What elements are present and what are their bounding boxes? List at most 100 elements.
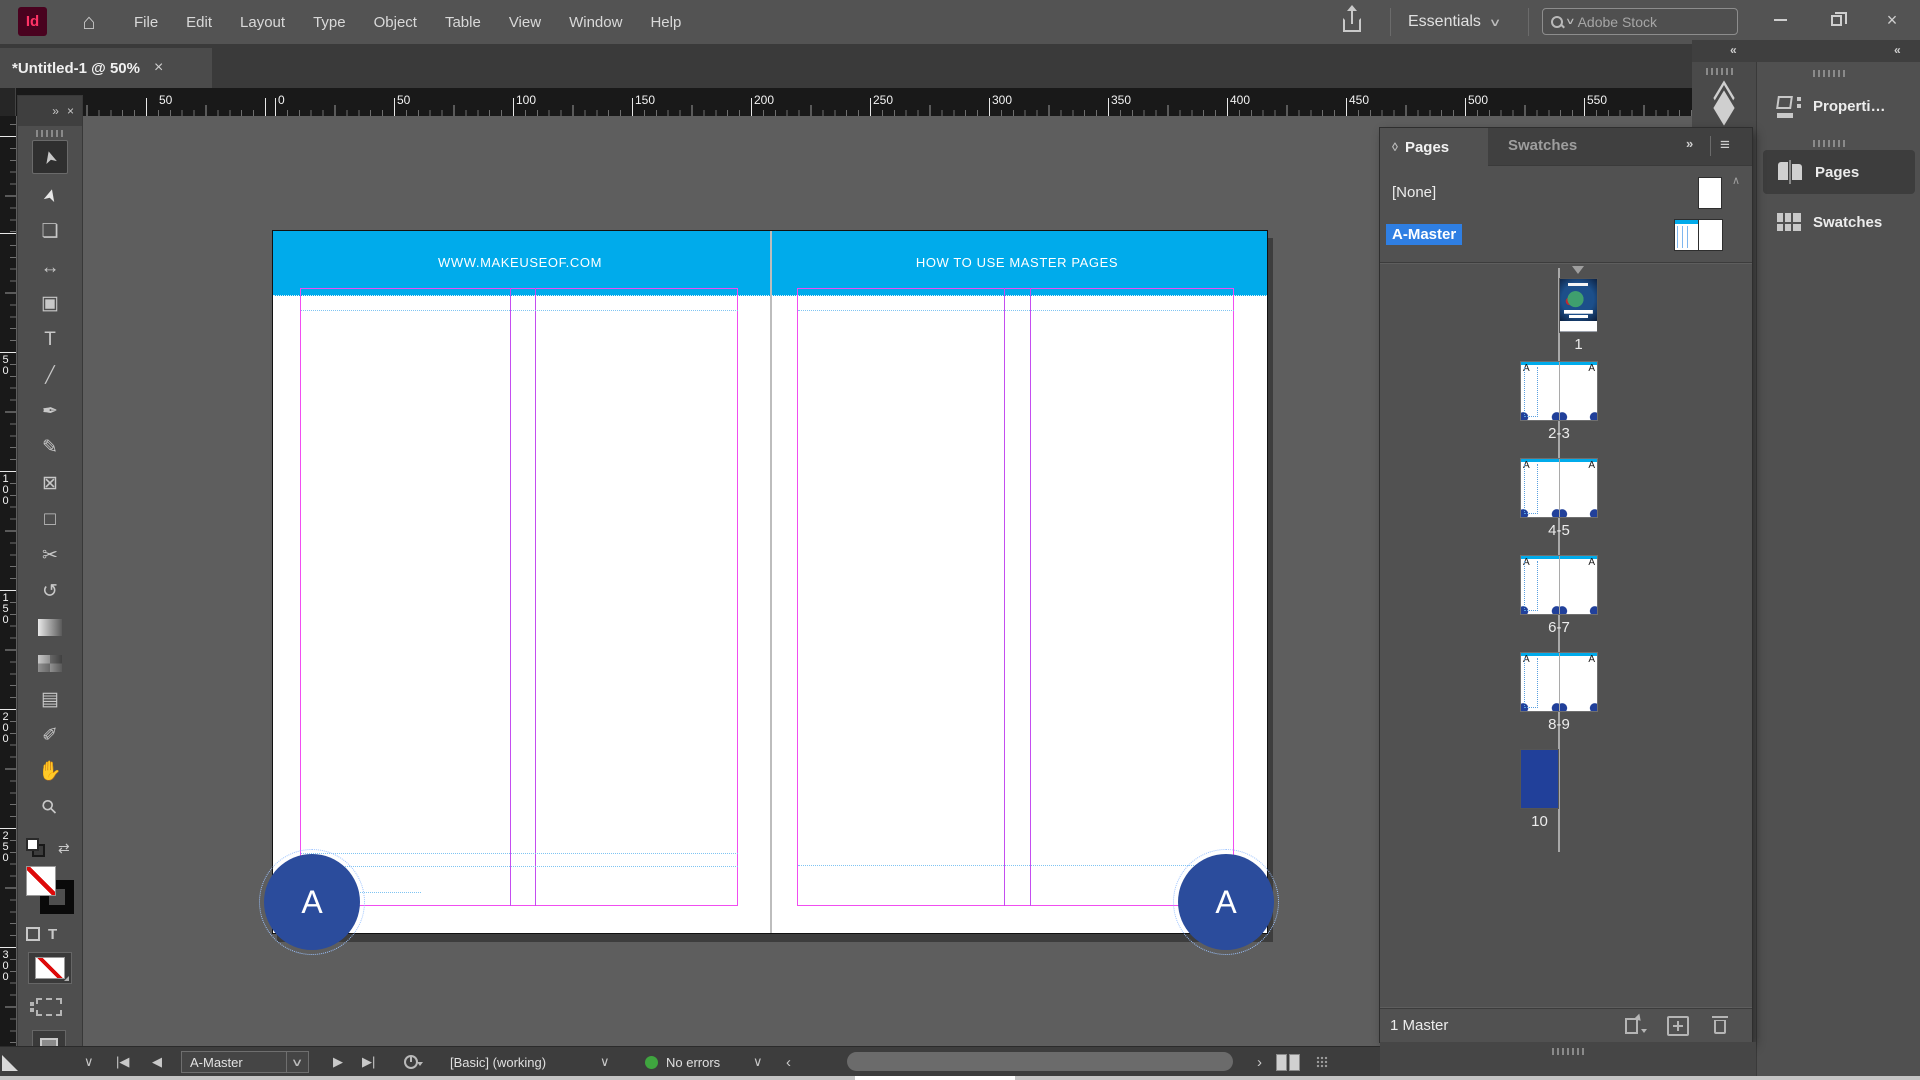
menu-item-table[interactable]: Table <box>431 14 495 31</box>
expand-panel-icon[interactable]: » <box>52 104 59 118</box>
close-tab-icon[interactable]: × <box>154 59 163 77</box>
page-row-4-5[interactable]: AA4-5 <box>1520 458 1598 555</box>
page-row-2-3[interactable]: AA2-3 <box>1520 361 1598 458</box>
menu-item-file[interactable]: File <box>120 14 172 31</box>
panel-grip[interactable] <box>1706 68 1736 75</box>
chevron-down-icon[interactable]: ∨ <box>600 1047 610 1077</box>
master-row-none[interactable]: [None] <box>1380 172 1752 214</box>
page-row-10[interactable]: 10 <box>1520 749 1598 846</box>
page-tool[interactable]: ❏ <box>32 217 68 246</box>
chevron-down-icon[interactable]: ∨ <box>286 1052 308 1072</box>
previous-page-button[interactable]: ◀ <box>152 1047 162 1077</box>
dock-button-swatches[interactable]: Swatches <box>1763 200 1915 244</box>
page-row-1[interactable]: 1 <box>1520 266 1598 361</box>
note-tool[interactable]: ▤ <box>32 685 68 714</box>
page-thumbnail[interactable] <box>1559 278 1598 333</box>
default-fill-stroke-icon[interactable]: ⇄ <box>26 838 74 860</box>
horizontal-scrollbar[interactable] <box>847 1052 1233 1071</box>
hand-tool[interactable]: ✋ <box>32 757 68 786</box>
panel-grip[interactable] <box>1552 1048 1584 1055</box>
document-spread[interactable]: WWW.MAKEUSEOF.COM HOW TO USE MASTER PAGE… <box>272 230 1268 934</box>
panel-menu-icon[interactable]: ≡ <box>1720 135 1730 155</box>
dock-button-properties[interactable]: Properti… <box>1763 84 1915 128</box>
page-select-dropdown[interactable]: A-Master ∨ <box>181 1051 309 1073</box>
dock-button-pages[interactable]: Pages <box>1763 150 1915 194</box>
spread-thumbnail[interactable]: AA <box>1520 361 1598 421</box>
direct-selection-tool[interactable]: ➤ <box>32 181 68 210</box>
menu-item-edit[interactable]: Edit <box>172 14 226 31</box>
first-page-button[interactable]: |◀ <box>116 1047 129 1077</box>
scissors-tool[interactable]: ✂ <box>32 541 68 570</box>
swap-fill-stroke-icon[interactable]: ⇄ <box>58 840 70 857</box>
last-page-button[interactable]: ▶| <box>362 1047 375 1077</box>
spread-thumbnail[interactable]: AA <box>1520 652 1598 712</box>
error-status-label[interactable]: No errors <box>666 1047 720 1077</box>
document-tab[interactable]: *Untitled-1 @ 50% × <box>0 48 212 88</box>
fill-swatch-none[interactable] <box>26 866 56 896</box>
scroll-left-icon[interactable]: ‹ <box>786 1047 791 1077</box>
content-collector-tool[interactable]: ▣ <box>32 289 68 318</box>
menu-item-window[interactable]: Window <box>555 14 636 31</box>
master-label[interactable]: [None] <box>1386 182 1442 203</box>
create-new-page-icon[interactable] <box>1667 1016 1689 1036</box>
fill-stroke-indicator[interactable] <box>26 866 76 916</box>
spread-thumbnail[interactable]: AA <box>1520 555 1598 615</box>
menu-item-view[interactable]: View <box>495 14 555 31</box>
master-marker-circle-right[interactable]: A <box>1178 854 1274 950</box>
home-icon[interactable]: ⌂ <box>74 8 104 36</box>
spread-view-icon[interactable] <box>1276 1054 1302 1071</box>
page-row-8-9[interactable]: AA8-9 <box>1520 652 1598 749</box>
page-thumbnail[interactable] <box>1520 749 1559 809</box>
tab-swatches[interactable]: Swatches <box>1508 137 1577 154</box>
close-panel-icon[interactable]: × <box>67 104 74 118</box>
menu-item-help[interactable]: Help <box>636 14 695 31</box>
apply-gradient-icon[interactable] <box>36 998 62 1016</box>
apply-none-button[interactable] <box>28 952 72 984</box>
collapse-dock-icon[interactable]: « <box>1894 43 1901 57</box>
preflight-profile-label[interactable]: [Basic] (working) <box>450 1047 546 1077</box>
eyedropper-tool[interactable]: ✐ <box>32 721 68 750</box>
pencil-tool[interactable]: ✎ <box>32 433 68 462</box>
container-icon[interactable] <box>26 927 40 941</box>
panel-grip[interactable] <box>1813 140 1845 147</box>
line-tool[interactable]: ╱ <box>32 361 68 390</box>
adobe-stock-search-input[interactable]: ∨ Adobe Stock <box>1542 8 1738 35</box>
free-transform-tool[interactable]: ↺ <box>32 577 68 606</box>
minimize-button[interactable] <box>1752 0 1808 40</box>
zoom-tool[interactable]: ⚲ <box>32 793 68 822</box>
tab-pages[interactable]: ◊ Pages <box>1380 128 1488 166</box>
chevron-down-icon[interactable]: ∨ <box>84 1047 94 1077</box>
next-page-button[interactable]: ▶ <box>333 1047 343 1077</box>
left-page-header-text[interactable]: WWW.MAKEUSEOF.COM <box>301 255 739 270</box>
page-row-6-7[interactable]: AA6-7 <box>1520 555 1598 652</box>
selection-tool[interactable]: ➤ <box>32 140 68 174</box>
scroll-up-icon[interactable]: ∧ <box>1732 174 1740 187</box>
scroll-right-icon[interactable]: › <box>1257 1047 1262 1077</box>
menu-item-layout[interactable]: Layout <box>226 14 299 31</box>
layers-icon[interactable] <box>1708 88 1740 120</box>
workspace-switcher[interactable]: Essentials ∨ <box>1408 0 1499 44</box>
pen-tool[interactable]: ✒ <box>32 397 68 426</box>
preflight-icon[interactable] <box>404 1055 418 1069</box>
panel-grip[interactable] <box>1813 70 1845 77</box>
horizontal-ruler[interactable]: 10050050100150200250300350400450500550 <box>16 88 1692 116</box>
menu-item-type[interactable]: Type <box>299 14 360 31</box>
chevron-down-icon[interactable]: ∨ <box>753 1047 763 1077</box>
type-tool[interactable]: T <box>32 325 68 354</box>
collapse-panel-icon[interactable]: » <box>1686 136 1693 151</box>
master-thumbnail[interactable] <box>1698 177 1722 209</box>
vertical-ruler[interactable]: 50100150200250300 <box>0 116 16 1046</box>
delete-page-icon[interactable] <box>1710 1016 1732 1036</box>
edit-page-size-icon[interactable] <box>1623 1016 1645 1036</box>
gap-tool[interactable]: ↔ <box>32 253 68 282</box>
rectangle-tool[interactable]: □ <box>32 505 68 534</box>
rectangle-frame-tool[interactable]: ⊠ <box>32 469 68 498</box>
close-window-button[interactable]: × <box>1864 0 1920 40</box>
master-marker-circle-left[interactable]: A <box>264 854 360 950</box>
right-page-header-text[interactable]: HOW TO USE MASTER PAGES <box>798 255 1236 270</box>
gradient-feather-tool[interactable] <box>32 649 68 678</box>
text-icon[interactable]: T <box>48 926 57 943</box>
menu-item-object[interactable]: Object <box>360 14 431 31</box>
panel-grip[interactable] <box>36 130 64 137</box>
restore-button[interactable] <box>1808 0 1864 40</box>
